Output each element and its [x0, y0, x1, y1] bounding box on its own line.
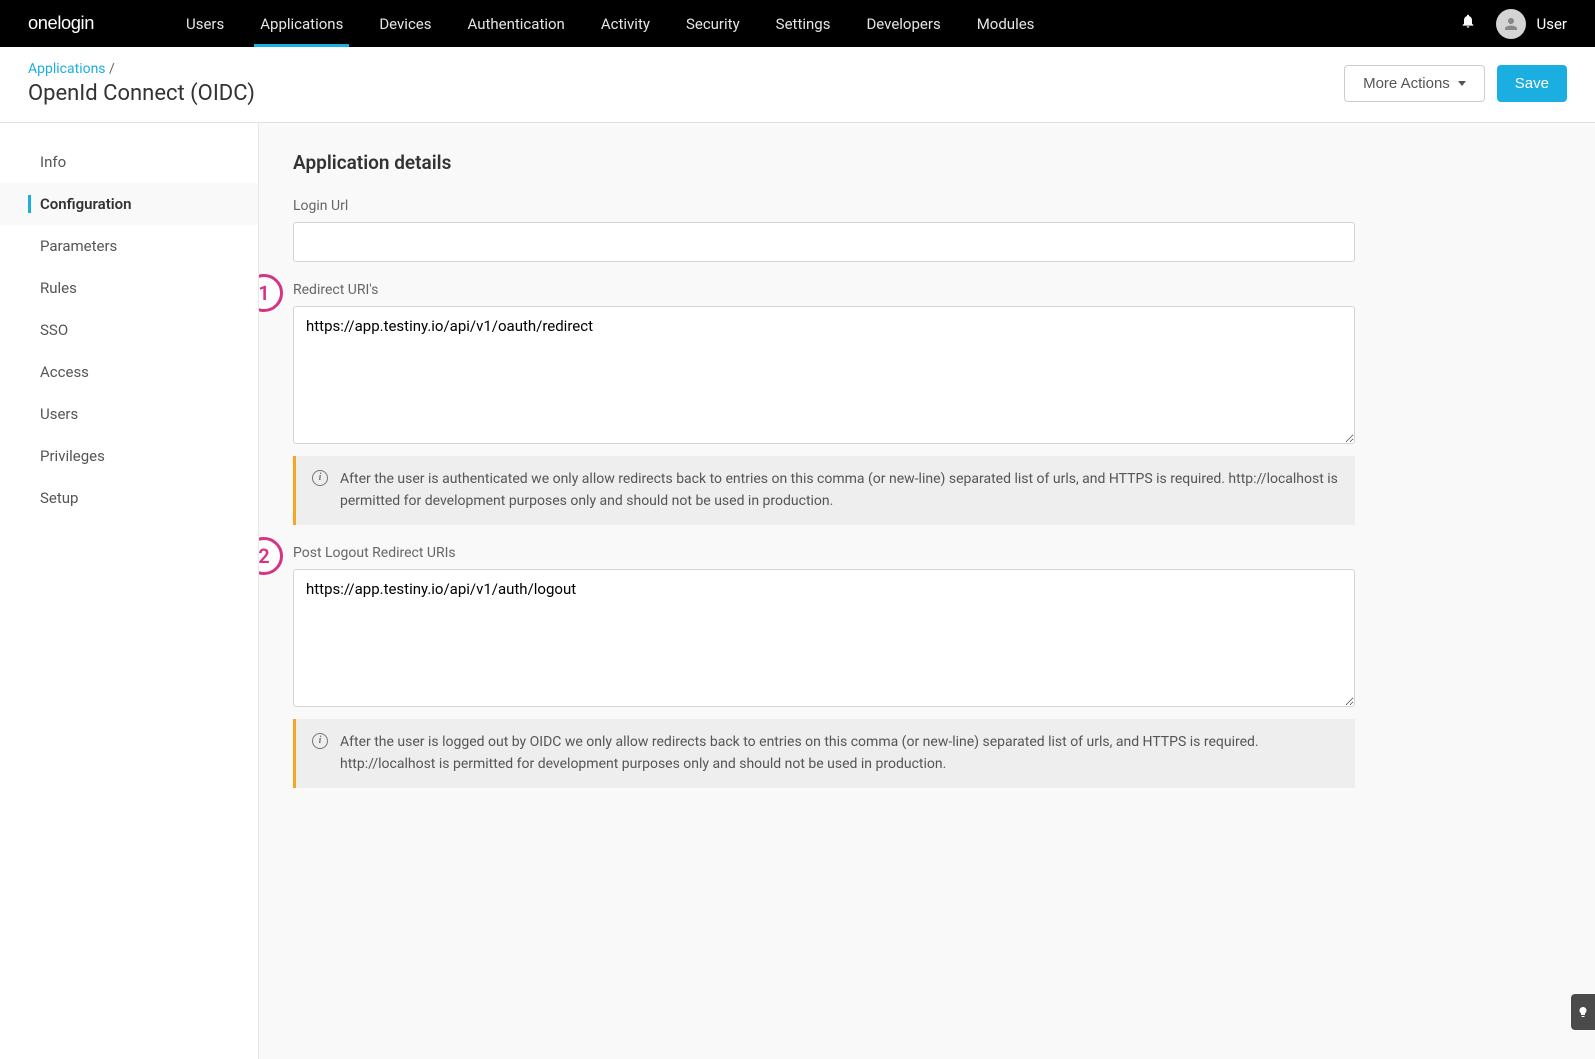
more-actions-button[interactable]: More Actions — [1344, 65, 1485, 102]
sidebar-item-privileges[interactable]: Privileges — [0, 435, 258, 477]
sub-header: Applications / OpenId Connect (OIDC) Mor… — [0, 47, 1595, 123]
more-actions-label: More Actions — [1363, 75, 1450, 92]
nav-item-devices[interactable]: Devices — [361, 0, 449, 47]
sidebar-item-rules[interactable]: Rules — [0, 267, 258, 309]
header-actions: More Actions Save — [1344, 65, 1567, 102]
breadcrumb-separator: / — [109, 61, 115, 77]
redirect-uris-info-banner: i After the user is authenticated we onl… — [293, 456, 1355, 525]
post-logout-uris-info-banner: i After the user is logged out by OIDC w… — [293, 719, 1355, 788]
sidebar-item-sso[interactable]: SSO — [0, 309, 258, 351]
sidebar: Info Configuration Parameters Rules SSO … — [0, 123, 259, 1059]
brand-logo[interactable]: onelogin — [28, 12, 128, 36]
main-layout: Info Configuration Parameters Rules SSO … — [0, 123, 1595, 1059]
content: Application details Login Url 1 Redirect… — [259, 123, 1595, 1059]
section-title: Application details — [293, 151, 1561, 174]
redirect-uris-info-text: After the user is authenticated we only … — [340, 468, 1339, 513]
page-title: OpenId Connect (OIDC) — [28, 81, 255, 106]
info-icon-wrap: i — [312, 731, 328, 776]
redirect-uris-label: Redirect URI's — [293, 282, 1355, 298]
save-button[interactable]: Save — [1497, 65, 1567, 102]
sidebar-item-configuration[interactable]: Configuration — [0, 183, 258, 225]
sidebar-item-parameters[interactable]: Parameters — [0, 225, 258, 267]
user-label: User — [1536, 15, 1567, 33]
sidebar-item-access[interactable]: Access — [0, 351, 258, 393]
info-icon: i — [312, 733, 328, 749]
caret-down-icon — [1458, 81, 1466, 86]
callout-badge-1: 1 — [259, 274, 283, 312]
post-logout-uris-input[interactable] — [293, 569, 1355, 707]
notifications-icon[interactable] — [1460, 13, 1476, 34]
user-menu[interactable]: User — [1496, 9, 1567, 39]
nav-item-settings[interactable]: Settings — [758, 0, 849, 47]
post-logout-uris-info-text: After the user is logged out by OIDC we … — [340, 731, 1339, 776]
callout-badge-2: 2 — [259, 537, 283, 575]
top-nav: onelogin Users Applications Devices Auth… — [0, 0, 1595, 47]
nav-item-modules[interactable]: Modules — [959, 0, 1053, 47]
post-logout-uris-field-group: 2 Post Logout Redirect URIs i After the … — [293, 545, 1355, 788]
login-url-input[interactable] — [293, 222, 1355, 262]
svg-text:onelogin: onelogin — [28, 12, 94, 33]
breadcrumb[interactable]: Applications / — [28, 61, 255, 77]
breadcrumb-area: Applications / OpenId Connect (OIDC) — [28, 61, 255, 106]
info-icon: i — [312, 470, 328, 486]
sidebar-item-info[interactable]: Info — [0, 141, 258, 183]
nav-item-security[interactable]: Security — [668, 0, 758, 47]
login-url-field-group: Login Url — [293, 198, 1355, 262]
nav-item-developers[interactable]: Developers — [848, 0, 958, 47]
login-url-label: Login Url — [293, 198, 1355, 214]
avatar — [1496, 9, 1526, 39]
lightbulb-icon — [1577, 1004, 1589, 1020]
nav-item-activity[interactable]: Activity — [583, 0, 668, 47]
nav-item-applications[interactable]: Applications — [242, 0, 361, 47]
redirect-uris-field-group: 1 Redirect URI's i After the user is aut… — [293, 282, 1355, 525]
nav-items: Users Applications Devices Authenticatio… — [168, 0, 1460, 47]
post-logout-uris-label: Post Logout Redirect URIs — [293, 545, 1355, 561]
breadcrumb-link[interactable]: Applications — [28, 61, 106, 77]
help-fab[interactable] — [1571, 994, 1595, 1030]
nav-right: User — [1460, 9, 1567, 39]
nav-item-users[interactable]: Users — [168, 0, 242, 47]
sidebar-item-users[interactable]: Users — [0, 393, 258, 435]
nav-item-authentication[interactable]: Authentication — [450, 0, 583, 47]
redirect-uris-input[interactable] — [293, 306, 1355, 444]
sidebar-item-setup[interactable]: Setup — [0, 477, 258, 519]
info-icon-wrap: i — [312, 468, 328, 513]
